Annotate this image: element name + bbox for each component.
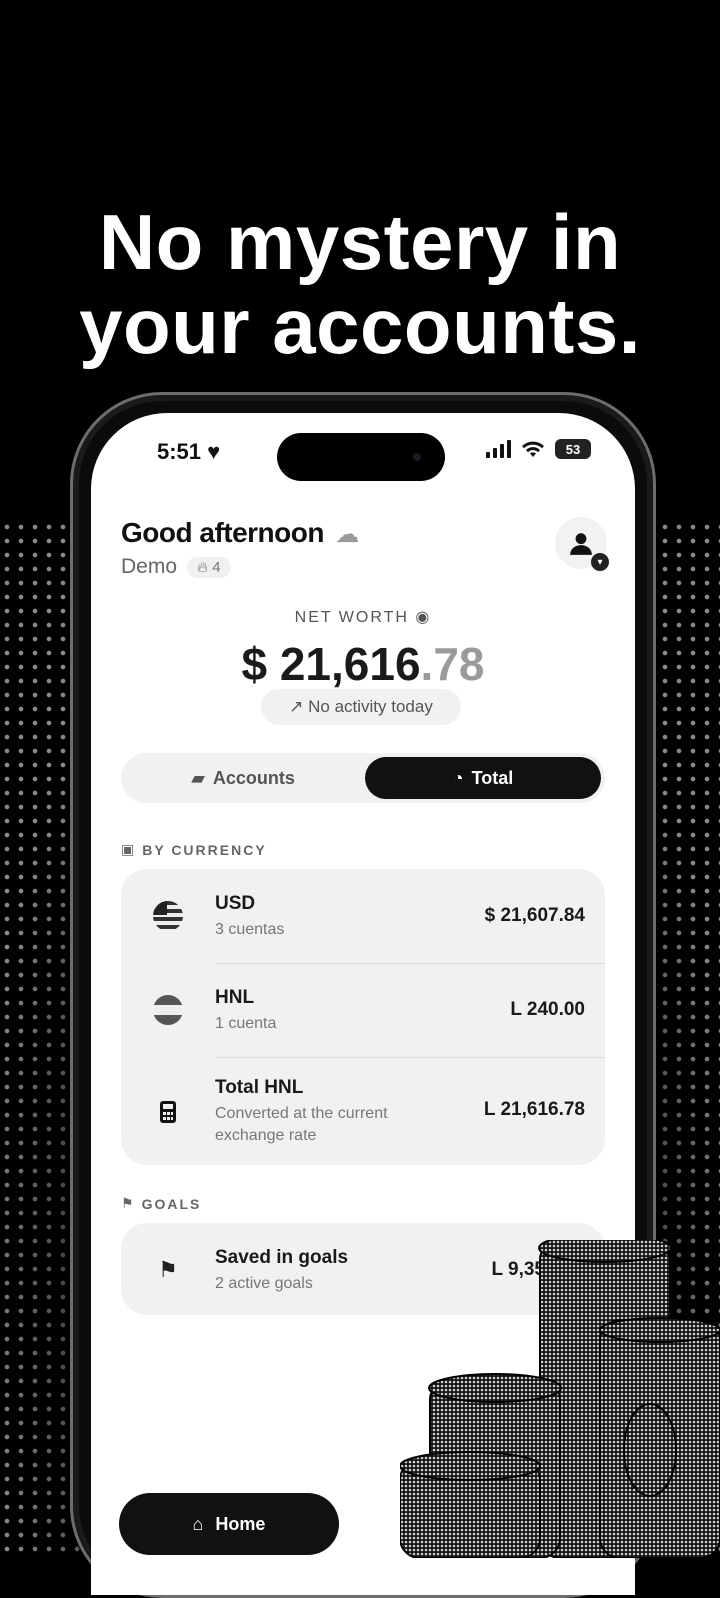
pie-chart-icon: ◔ <box>452 767 464 788</box>
currency-amount: L 240.00 <box>510 999 585 1020</box>
money-icon: ▣ <box>121 841 137 857</box>
weather-cloud-icon: ☁ <box>335 521 359 548</box>
greeting: Good afternoon ☁ <box>121 517 359 549</box>
status-time: 5:51 ♥ <box>157 439 221 464</box>
currency-name: HNL <box>215 987 255 1008</box>
tab-accounts[interactable]: ▰ Accounts <box>125 757 361 799</box>
heart-icon: ♥ <box>207 439 221 464</box>
streak-badge[interactable]: 🔥︎ 4 <box>187 556 231 578</box>
list-item[interactable]: USD 3 cuentas $ 21,607.84 <box>121 869 605 963</box>
coin-stack-image <box>400 1240 720 1558</box>
wifi-icon <box>522 441 544 457</box>
signal-icon <box>486 440 511 458</box>
view-toggle: ▰ Accounts ◔ Total <box>121 753 605 803</box>
status-icons: 53 <box>486 439 591 459</box>
list-item[interactable]: HNL 1 cuenta L 240.00 <box>121 963 605 1057</box>
goal-name: Saved in goals <box>215 1247 349 1268</box>
trend-icon: ↗ <box>289 697 304 716</box>
flag-icon: ⚑ <box>121 1195 136 1211</box>
by-currency-heading: ▣ BY CURRENCY <box>121 841 267 858</box>
user-row: Demo 🔥︎ 4 <box>121 555 231 579</box>
home-icon: ⌂ <box>192 1513 204 1534</box>
currency-name: USD <box>215 893 256 914</box>
list-item[interactable]: Total HNL Converted at the current excha… <box>121 1057 605 1165</box>
goals-heading: ⚑ GOALS <box>121 1195 202 1212</box>
calculator-icon <box>151 1095 185 1129</box>
currency-sub: 3 cuentas <box>215 921 285 938</box>
wallet-icon: ▰ <box>191 767 205 788</box>
net-worth-value: $ 21,616.78 <box>241 638 485 690</box>
battery-icon: 53 <box>555 439 591 459</box>
currency-sub: 1 cuenta <box>215 1015 277 1032</box>
net-worth-label: NET WORTH ◉ <box>294 609 432 626</box>
eye-icon[interactable]: ◉ <box>415 609 431 626</box>
us-flag-icon <box>151 899 185 933</box>
currency-card: USD 3 cuentas $ 21,607.84 HNL 1 cuenta L… <box>121 869 605 1165</box>
headline-line-1: No mystery in <box>98 198 622 286</box>
flag-icon: ⚑ <box>158 1257 178 1282</box>
headline-line-2: your accounts. <box>79 282 641 370</box>
promo-headline: No mystery in your accounts. <box>0 200 720 368</box>
currency-amount: L 21,616.78 <box>483 1099 585 1120</box>
currency-sub: Converted at the current exchange rate <box>215 1105 388 1144</box>
dynamic-island <box>277 433 445 481</box>
activity-chip[interactable]: ↗ No activity today <box>261 689 461 725</box>
currency-amount: $ 21,607.84 <box>484 905 585 926</box>
streak-count: 4 <box>212 558 221 576</box>
currency-name: Total HNL <box>215 1077 304 1098</box>
chevron-down-icon: ▾ <box>591 553 609 571</box>
person-icon <box>570 533 592 555</box>
profile-button[interactable]: ▾ <box>555 517 609 571</box>
greeting-text: Good afternoon <box>121 517 324 548</box>
flame-icon: 🔥︎ <box>197 558 209 576</box>
honduras-flag-icon <box>151 993 185 1027</box>
user-name: Demo <box>121 555 178 578</box>
tab-total[interactable]: ◔ Total <box>365 757 601 799</box>
tab-home[interactable]: ⌂ Home <box>119 1493 339 1555</box>
